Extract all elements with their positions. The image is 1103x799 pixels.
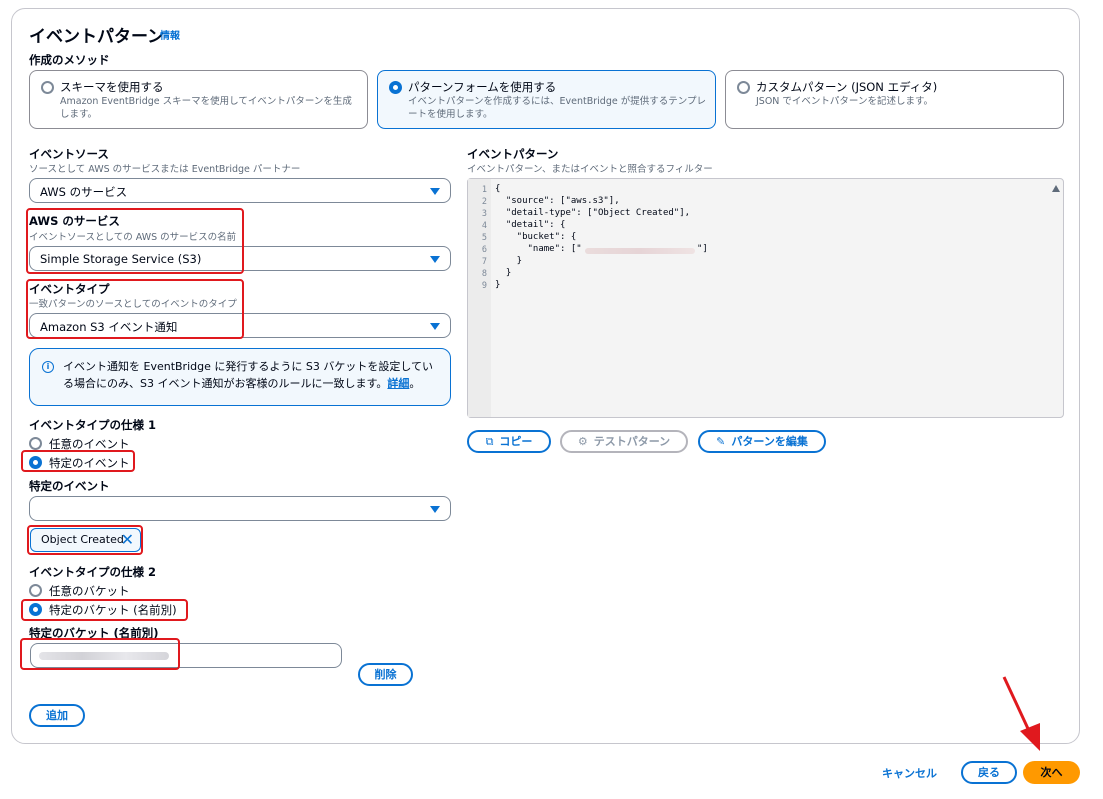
pencil-icon: ✎: [716, 435, 726, 448]
line-number: 3: [481, 209, 487, 219]
info-link[interactable]: 情報: [160, 27, 180, 42]
edit-pattern-button[interactable]: ✎ パターンを編集: [698, 430, 826, 453]
gear-icon: ⚙: [577, 435, 588, 448]
copy-label: コピー: [499, 435, 533, 448]
alert-text: イベント通知を EventBridge に発行するように S3 バケットを設定し…: [63, 360, 434, 390]
panel-title: イベントパターン: [29, 27, 165, 47]
bucket-name-input[interactable]: [30, 643, 342, 668]
code-line: }: [495, 268, 512, 278]
event-type-label: イベントタイプ: [29, 282, 110, 296]
tile-title: カスタムパターン (JSON エディタ): [756, 80, 938, 94]
line-number: 2: [481, 197, 487, 207]
caret-down-icon: [430, 506, 440, 513]
caret-down-icon: [430, 256, 440, 263]
line-number: 6: [481, 245, 487, 255]
aws-service-label: AWS のサービス: [29, 214, 120, 228]
line-number: 4: [481, 221, 487, 231]
info-alert: i イベント通知を EventBridge に発行するように S3 バケットを設…: [29, 348, 451, 406]
tile-desc: JSON でイベントパターンを記述します。: [756, 96, 934, 107]
code-line: "name": [": [495, 244, 582, 254]
next-button[interactable]: 次へ: [1023, 761, 1080, 784]
radio-any-event[interactable]: [29, 437, 42, 450]
line-number: 5: [481, 233, 487, 243]
event-pattern-panel: イベントパターン 情報 作成のメソッド スキーマを使用する Amazon Eve…: [11, 8, 1080, 744]
event-source-desc: ソースとして AWS のサービスまたは EventBridge パートナー: [29, 164, 301, 175]
specific-event-label: 特定のイベント: [29, 479, 110, 493]
specific-bucket-label: 特定のバケット (名前別): [29, 626, 159, 640]
info-icon: i: [42, 361, 54, 373]
code-line: "bucket": {: [495, 232, 577, 242]
cancel-button[interactable]: キャンセル: [882, 765, 937, 781]
code-line: "detail": {: [495, 220, 566, 230]
option-label: 特定のイベント: [49, 456, 130, 470]
copy-icon: ⧉: [485, 435, 494, 448]
token-label: Object Created: [41, 533, 124, 546]
caret-down-icon: [430, 323, 440, 330]
method-tile-custom[interactable]: カスタムパターン (JSON エディタ) JSON でイベントパターンを記述しま…: [725, 70, 1064, 129]
detail-link[interactable]: 詳細: [387, 377, 409, 390]
token-object-created: Object Created ✕: [30, 528, 141, 552]
radio-custom[interactable]: [737, 81, 750, 94]
event-source-select[interactable]: AWS のサービス: [29, 178, 451, 203]
line-number: 7: [481, 257, 487, 267]
method-tile-schema[interactable]: スキーマを使用する Amazon EventBridge スキーマを使用してイベ…: [29, 70, 368, 129]
tile-desc: イベントパターンを作成するには、EventBridge が提供するテンプレートを…: [408, 96, 706, 120]
redacted-bucket-name: [39, 652, 169, 660]
select-value: Amazon S3 イベント通知: [40, 320, 178, 334]
code-line: {: [495, 184, 501, 194]
radio-any-bucket[interactable]: [29, 584, 42, 597]
radio-pattern-form[interactable]: [389, 81, 402, 94]
spec2-label: イベントタイプの仕様 2: [29, 565, 157, 579]
test-pattern-label: テストパターン: [593, 435, 671, 448]
code-line: }: [495, 256, 523, 266]
method-label: 作成のメソッド: [29, 53, 110, 67]
add-button[interactable]: 追加: [29, 704, 85, 727]
code-line: "source": ["aws.s3"],: [495, 196, 620, 206]
radio-schema[interactable]: [41, 81, 54, 94]
option-label: 任意のバケット: [49, 584, 130, 598]
radio-specific-event[interactable]: [29, 456, 42, 469]
select-value: Simple Storage Service (S3): [40, 252, 202, 266]
aws-service-select[interactable]: Simple Storage Service (S3): [29, 246, 451, 271]
option-label: 任意のイベント: [49, 437, 130, 451]
event-type-select[interactable]: Amazon S3 イベント通知: [29, 313, 451, 338]
pattern-label: イベントパターン: [467, 147, 559, 161]
event-source-label: イベントソース: [29, 147, 109, 161]
spec1-label: イベントタイプの仕様 1: [29, 418, 157, 432]
pattern-desc: イベントパターン、またはイベントと照合するフィルター: [467, 164, 713, 175]
edit-pattern-label: パターンを編集: [731, 435, 808, 448]
remove-button[interactable]: 削除: [358, 663, 413, 686]
radio-specific-bucket[interactable]: [29, 603, 42, 616]
scroll-up-icon[interactable]: [1052, 185, 1060, 192]
specific-event-select[interactable]: [29, 496, 451, 521]
aws-service-desc: イベントソースとしての AWS のサービスの名前: [29, 232, 237, 243]
line-number: 9: [481, 281, 487, 291]
back-button[interactable]: 戻る: [961, 761, 1017, 784]
line-number: 1: [481, 185, 487, 195]
test-pattern-button[interactable]: ⚙ テストパターン: [560, 430, 688, 453]
line-number: 8: [481, 269, 487, 279]
copy-button[interactable]: ⧉ コピー: [467, 430, 551, 453]
pattern-code-viewer[interactable]: 1 2 3 4 5 6 7 8 9 { "source": ["aws.s3"]…: [467, 178, 1064, 418]
code-line: "detail-type": ["Object Created"],: [495, 208, 691, 218]
redacted-bucket-value: [585, 248, 695, 254]
caret-down-icon: [430, 188, 440, 195]
option-label: 特定のバケット (名前別): [49, 603, 177, 617]
tile-title: スキーマを使用する: [60, 80, 164, 94]
code-line-tail: "]: [697, 244, 708, 254]
remove-token-icon[interactable]: ✕: [121, 530, 134, 549]
tile-desc: Amazon EventBridge スキーマを使用してイベントパターンを生成し…: [60, 96, 352, 120]
code-line: }: [495, 280, 501, 290]
tile-title: パターンフォームを使用する: [408, 80, 557, 94]
select-value: AWS のサービス: [40, 185, 128, 199]
event-type-desc: 一致パターンのソースとしてのイベントのタイプ: [29, 299, 237, 310]
line-gutter: 1 2 3 4 5 6 7 8 9: [468, 179, 491, 417]
method-tile-pattern-form[interactable]: パターンフォームを使用する イベントパターンを作成するには、EventBridg…: [377, 70, 716, 129]
